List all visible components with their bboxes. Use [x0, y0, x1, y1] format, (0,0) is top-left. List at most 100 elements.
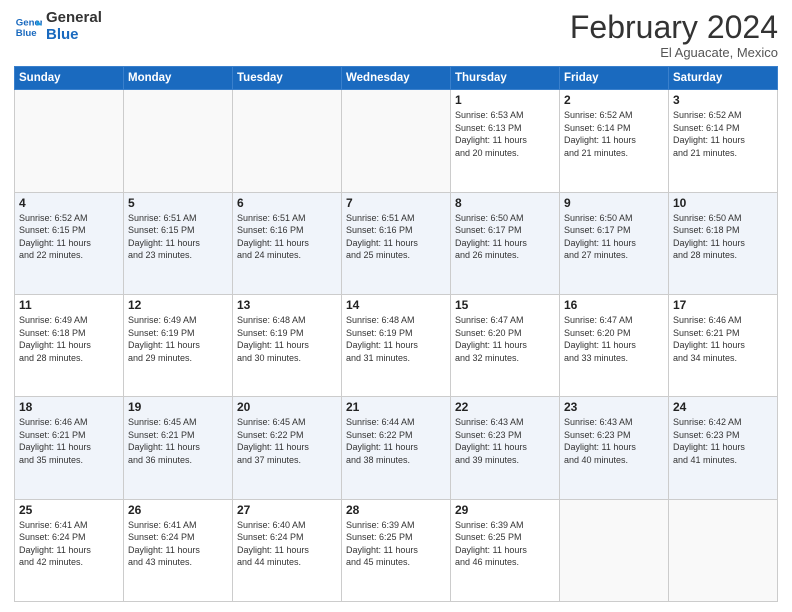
day-number: 5 [128, 196, 228, 210]
day-number: 13 [237, 298, 337, 312]
day-number: 3 [673, 93, 773, 107]
calendar-cell [233, 90, 342, 192]
calendar-cell: 28 Sunrise: 6:39 AMSunset: 6:25 PMDayligh… [342, 499, 451, 601]
day-info: Sunrise: 6:43 AMSunset: 6:23 PMDaylight:… [455, 416, 555, 466]
calendar-cell [560, 499, 669, 601]
calendar-cell: 23 Sunrise: 6:43 AMSunset: 6:23 PMDayligh… [560, 397, 669, 499]
day-info: Sunrise: 6:50 AMSunset: 6:18 PMDaylight:… [673, 212, 773, 262]
day-info: Sunrise: 6:49 AMSunset: 6:19 PMDaylight:… [128, 314, 228, 364]
day-number: 7 [346, 196, 446, 210]
day-info: Sunrise: 6:48 AMSunset: 6:19 PMDaylight:… [237, 314, 337, 364]
day-info: Sunrise: 6:48 AMSunset: 6:19 PMDaylight:… [346, 314, 446, 364]
logo-line1: General [46, 10, 102, 27]
calendar-cell: 5 Sunrise: 6:51 AMSunset: 6:15 PMDaylight… [124, 192, 233, 294]
calendar-cell: 11 Sunrise: 6:49 AMSunset: 6:18 PMDayligh… [15, 294, 124, 396]
calendar-cell [15, 90, 124, 192]
calendar-cell: 16Sunrise: 6:47 AMSunset: 6:20 PMDayligh… [560, 294, 669, 396]
weekday-header: Wednesday [342, 67, 451, 90]
day-number: 23 [564, 400, 664, 414]
calendar-cell: 17Sunrise: 6:46 AMSunset: 6:21 PMDayligh… [669, 294, 778, 396]
day-number: 8 [455, 196, 555, 210]
day-info: Sunrise: 6:43 AMSunset: 6:23 PMDaylight:… [564, 416, 664, 466]
day-info: Sunrise: 6:49 AMSunset: 6:18 PMDaylight:… [19, 314, 119, 364]
calendar-cell: 2 Sunrise: 6:52 AMSunset: 6:14 PMDaylight… [560, 90, 669, 192]
calendar-cell: 9 Sunrise: 6:50 AMSunset: 6:17 PMDaylight… [560, 192, 669, 294]
day-number: 21 [346, 400, 446, 414]
day-info: Sunrise: 6:47 AMSunset: 6:20 PMDaylight:… [455, 314, 555, 364]
day-info: Sunrise: 6:45 AMSunset: 6:21 PMDaylight:… [128, 416, 228, 466]
calendar-week-row: 4 Sunrise: 6:52 AMSunset: 6:15 PMDaylight… [15, 192, 778, 294]
day-number: 14 [346, 298, 446, 312]
day-number: 26 [128, 503, 228, 517]
day-info: Sunrise: 6:52 AMSunset: 6:15 PMDaylight:… [19, 212, 119, 262]
calendar-cell: 4 Sunrise: 6:52 AMSunset: 6:15 PMDaylight… [15, 192, 124, 294]
day-number: 22 [455, 400, 555, 414]
day-info: Sunrise: 6:41 AMSunset: 6:24 PMDaylight:… [19, 519, 119, 569]
logo: General Blue General Blue [14, 10, 102, 43]
calendar-cell: 20 Sunrise: 6:45 AMSunset: 6:22 PMDayligh… [233, 397, 342, 499]
calendar-cell [342, 90, 451, 192]
calendar-cell: 13 Sunrise: 6:48 AMSunset: 6:19 PMDayligh… [233, 294, 342, 396]
calendar-cell: 14 Sunrise: 6:48 AMSunset: 6:19 PMDayligh… [342, 294, 451, 396]
day-info: Sunrise: 6:51 AMSunset: 6:16 PMDaylight:… [346, 212, 446, 262]
calendar-cell: 8Sunrise: 6:50 AMSunset: 6:17 PMDaylight… [451, 192, 560, 294]
title-block: February 2024 El Aguacate, Mexico [570, 10, 778, 60]
day-info: Sunrise: 6:39 AMSunset: 6:25 PMDaylight:… [455, 519, 555, 569]
weekday-header: Sunday [15, 67, 124, 90]
calendar-header-row: SundayMondayTuesdayWednesdayThursdayFrid… [15, 67, 778, 90]
svg-text:Blue: Blue [16, 27, 37, 38]
calendar-week-row: 1 Sunrise: 6:53 AMSunset: 6:13 PMDaylight… [15, 90, 778, 192]
calendar-cell: 10 Sunrise: 6:50 AMSunset: 6:18 PMDayligh… [669, 192, 778, 294]
day-info: Sunrise: 6:50 AMSunset: 6:17 PMDaylight:… [564, 212, 664, 262]
day-info: Sunrise: 6:51 AMSunset: 6:15 PMDaylight:… [128, 212, 228, 262]
day-number: 4 [19, 196, 119, 210]
calendar-cell: 3 Sunrise: 6:52 AMSunset: 6:14 PMDaylight… [669, 90, 778, 192]
page: General Blue General Blue February 2024 … [0, 0, 792, 612]
day-number: 29 [455, 503, 555, 517]
day-number: 9 [564, 196, 664, 210]
calendar-cell [669, 499, 778, 601]
day-info: Sunrise: 6:52 AMSunset: 6:14 PMDaylight:… [564, 109, 664, 159]
day-info: Sunrise: 6:51 AMSunset: 6:16 PMDaylight:… [237, 212, 337, 262]
day-number: 1 [455, 93, 555, 107]
day-number: 12 [128, 298, 228, 312]
calendar-cell: 1 Sunrise: 6:53 AMSunset: 6:13 PMDaylight… [451, 90, 560, 192]
day-number: 10 [673, 196, 773, 210]
day-number: 20 [237, 400, 337, 414]
day-info: Sunrise: 6:46 AMSunset: 6:21 PMDaylight:… [673, 314, 773, 364]
day-number: 6 [237, 196, 337, 210]
calendar-cell: 6 Sunrise: 6:51 AMSunset: 6:16 PMDaylight… [233, 192, 342, 294]
calendar-cell: 19Sunrise: 6:45 AMSunset: 6:21 PMDayligh… [124, 397, 233, 499]
calendar-cell: 7 Sunrise: 6:51 AMSunset: 6:16 PMDaylight… [342, 192, 451, 294]
calendar-cell: 22 Sunrise: 6:43 AMSunset: 6:23 PMDayligh… [451, 397, 560, 499]
calendar-cell: 12 Sunrise: 6:49 AMSunset: 6:19 PMDayligh… [124, 294, 233, 396]
weekday-header: Friday [560, 67, 669, 90]
day-number: 18 [19, 400, 119, 414]
calendar-week-row: 18 Sunrise: 6:46 AMSunset: 6:21 PMDayligh… [15, 397, 778, 499]
calendar-cell: 27Sunrise: 6:40 AMSunset: 6:24 PMDayligh… [233, 499, 342, 601]
location: El Aguacate, Mexico [570, 45, 778, 60]
day-number: 28 [346, 503, 446, 517]
day-info: Sunrise: 6:52 AMSunset: 6:14 PMDaylight:… [673, 109, 773, 159]
day-info: Sunrise: 6:46 AMSunset: 6:21 PMDaylight:… [19, 416, 119, 466]
calendar-week-row: 25Sunrise: 6:41 AMSunset: 6:24 PMDayligh… [15, 499, 778, 601]
day-number: 11 [19, 298, 119, 312]
calendar-cell: 18 Sunrise: 6:46 AMSunset: 6:21 PMDayligh… [15, 397, 124, 499]
calendar-cell: 29 Sunrise: 6:39 AMSunset: 6:25 PMDayligh… [451, 499, 560, 601]
weekday-header: Tuesday [233, 67, 342, 90]
day-info: Sunrise: 6:47 AMSunset: 6:20 PMDaylight:… [564, 314, 664, 364]
calendar-cell: 26Sunrise: 6:41 AMSunset: 6:24 PMDayligh… [124, 499, 233, 601]
calendar-week-row: 11 Sunrise: 6:49 AMSunset: 6:18 PMDayligh… [15, 294, 778, 396]
header: General Blue General Blue February 2024 … [14, 10, 778, 60]
day-info: Sunrise: 6:39 AMSunset: 6:25 PMDaylight:… [346, 519, 446, 569]
day-info: Sunrise: 6:42 AMSunset: 6:23 PMDaylight:… [673, 416, 773, 466]
calendar-cell: 21 Sunrise: 6:44 AMSunset: 6:22 PMDayligh… [342, 397, 451, 499]
day-info: Sunrise: 6:44 AMSunset: 6:22 PMDaylight:… [346, 416, 446, 466]
day-info: Sunrise: 6:53 AMSunset: 6:13 PMDaylight:… [455, 109, 555, 159]
day-info: Sunrise: 6:45 AMSunset: 6:22 PMDaylight:… [237, 416, 337, 466]
day-number: 2 [564, 93, 664, 107]
calendar-cell: 15Sunrise: 6:47 AMSunset: 6:20 PMDayligh… [451, 294, 560, 396]
month-title: February 2024 [570, 10, 778, 45]
logo-line2: Blue [46, 27, 102, 44]
calendar-cell: 25Sunrise: 6:41 AMSunset: 6:24 PMDayligh… [15, 499, 124, 601]
